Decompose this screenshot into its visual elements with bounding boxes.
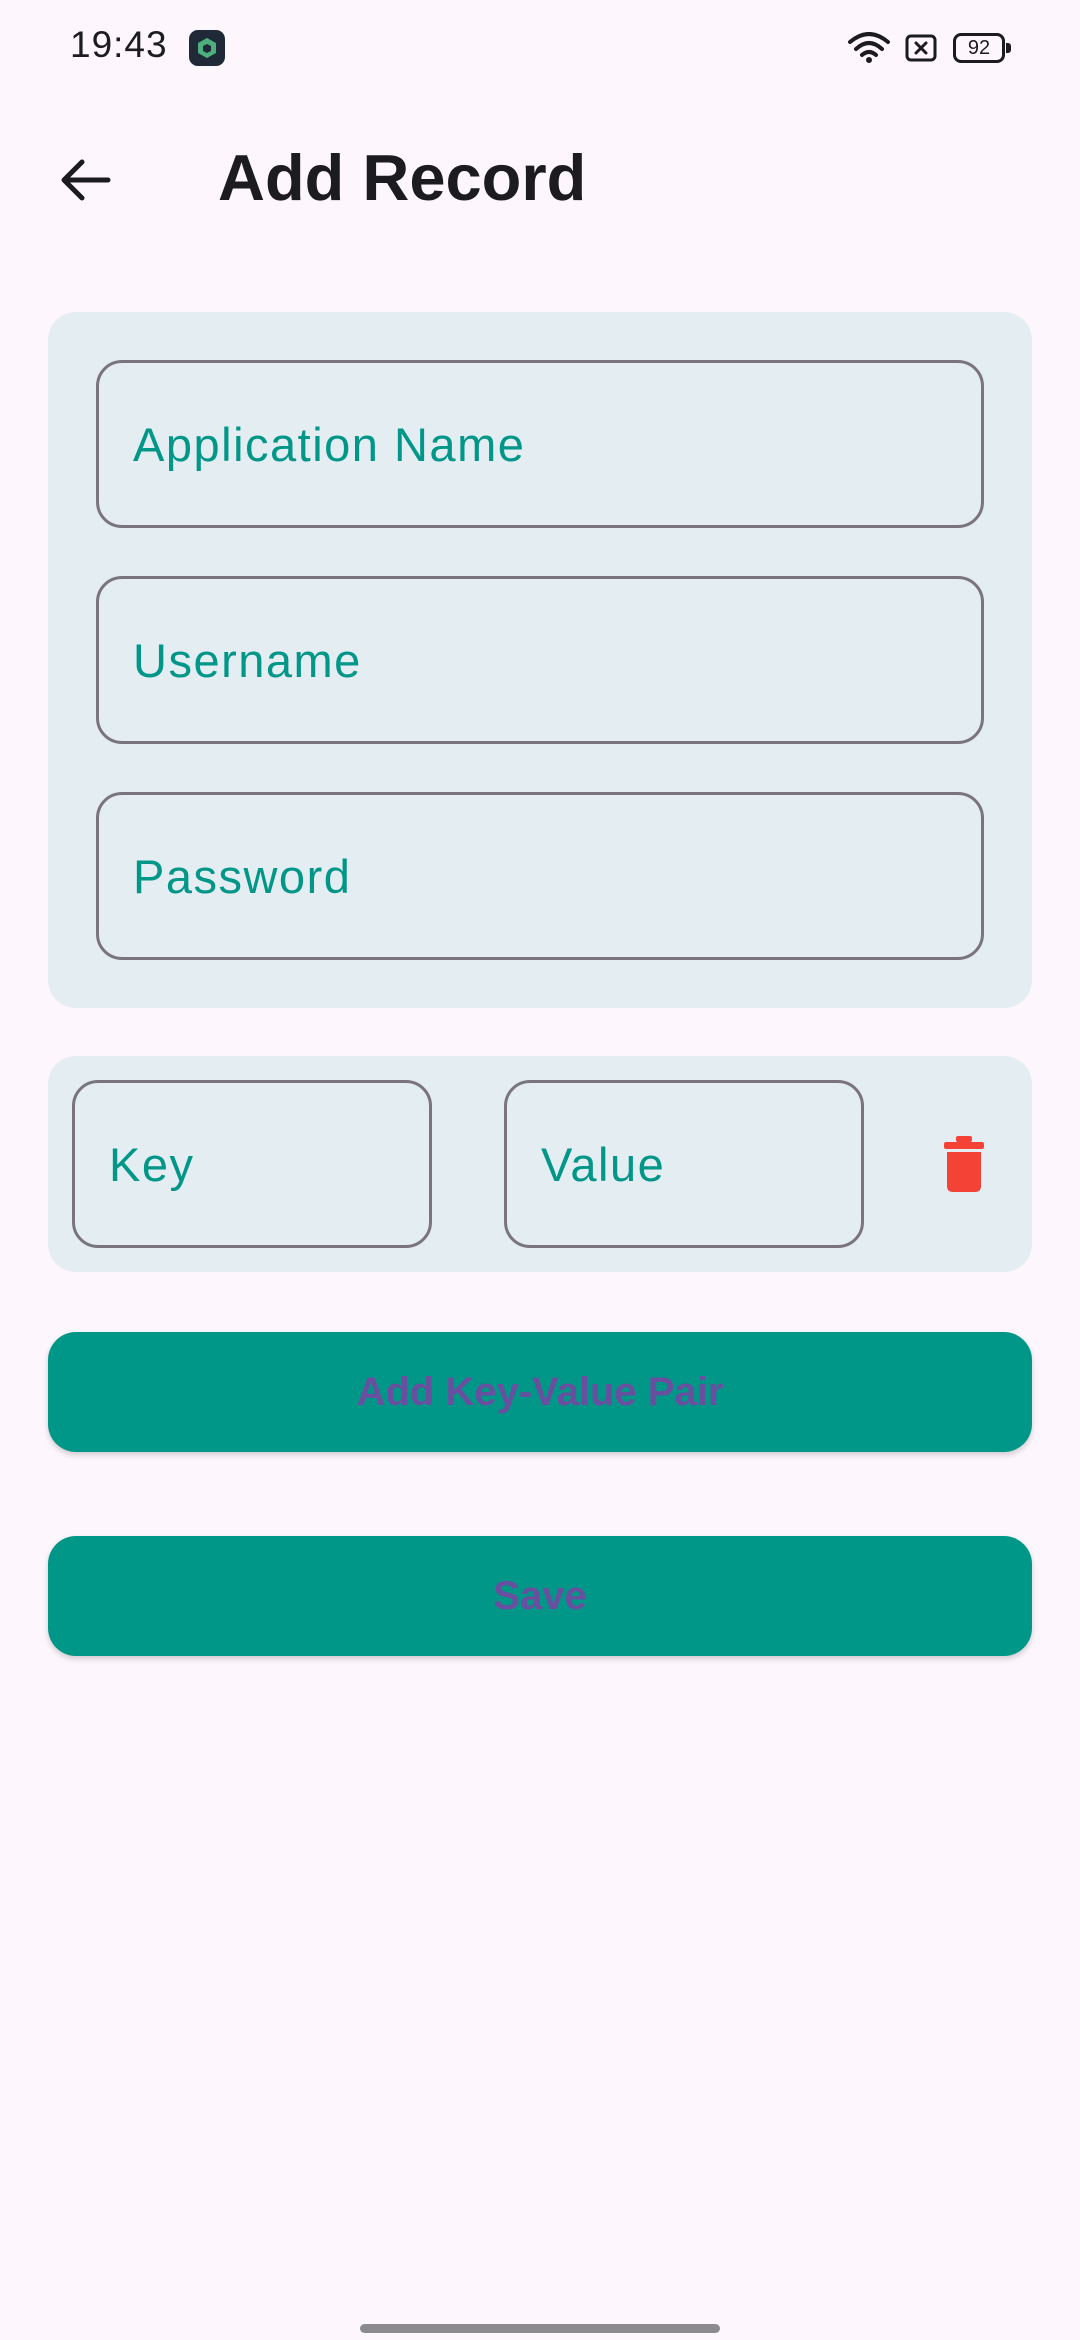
arrow-back-icon — [61, 159, 111, 201]
credentials-card: Application Name Username Password — [48, 312, 1032, 1008]
password-label: Password — [133, 849, 352, 903]
trash-icon — [944, 1136, 984, 1192]
add-key-value-pair-button[interactable]: Add Key-Value Pair — [48, 1332, 1032, 1452]
key-label: Key — [109, 1137, 195, 1191]
application-name-label: Application Name — [133, 417, 526, 471]
save-button[interactable]: Save — [48, 1536, 1032, 1656]
page-title: Add Record — [218, 141, 587, 214]
username-label: Username — [133, 633, 362, 687]
wifi-icon — [848, 32, 890, 69]
application-name-field[interactable]: Application Name — [96, 360, 984, 528]
password-field[interactable]: Password — [96, 792, 984, 960]
key-value-pair-row: Key Value — [48, 1056, 1032, 1272]
value-label: Value — [541, 1137, 666, 1191]
status-bar: 19:43 92 — [0, 0, 1080, 96]
key-field[interactable]: Key — [72, 1080, 432, 1248]
app-notification-icon — [189, 30, 225, 66]
back-button[interactable] — [40, 130, 128, 230]
sim-off-icon — [905, 34, 937, 67]
add-record-screen: 19:43 92 Add Record Application Name Use… — [0, 0, 1080, 2340]
battery-level: 92 — [967, 37, 991, 59]
value-field[interactable]: Value — [504, 1080, 864, 1248]
username-field[interactable]: Username — [96, 576, 984, 744]
battery-icon: 92 — [953, 33, 1011, 63]
home-indicator[interactable] — [360, 2324, 720, 2333]
delete-pair-button[interactable] — [916, 1116, 1012, 1212]
status-time: 19:43 — [70, 24, 168, 65]
